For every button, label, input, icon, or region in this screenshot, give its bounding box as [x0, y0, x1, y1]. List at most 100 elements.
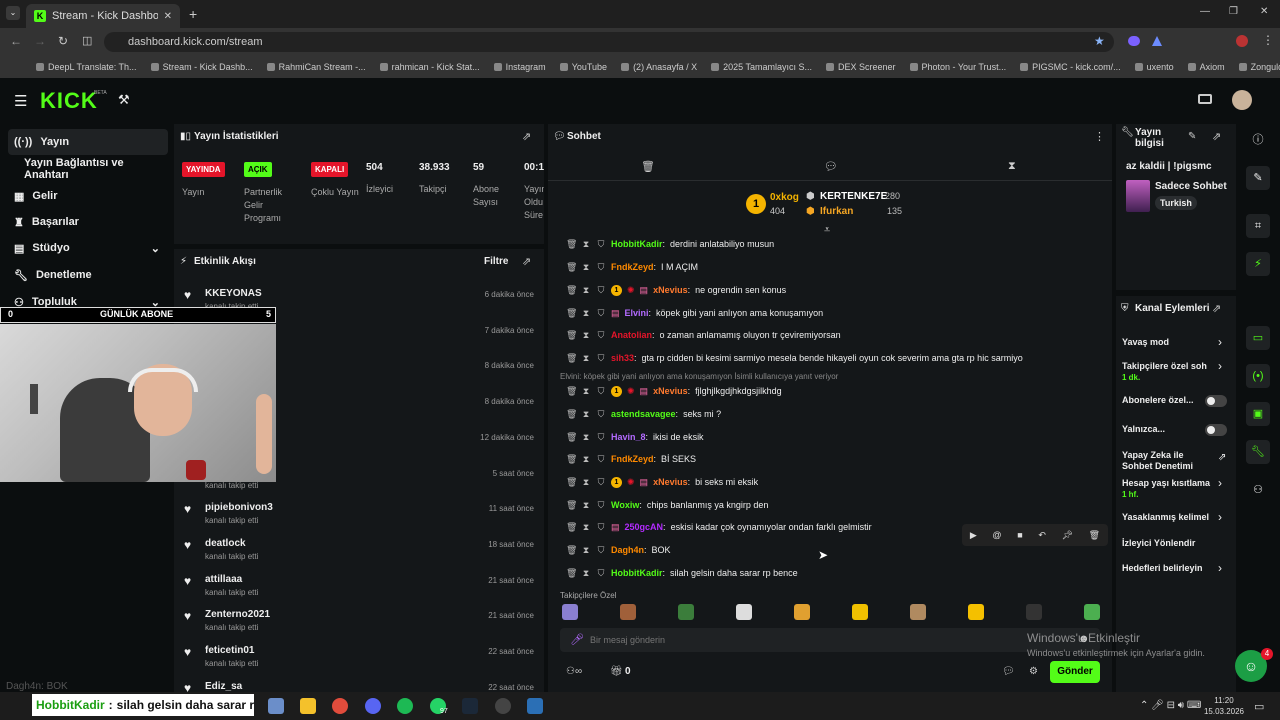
sidebar-item-gelir[interactable]: ▦ Gelir: [8, 183, 168, 209]
chat-username[interactable]: FndkZeyd: [611, 262, 654, 272]
trash-icon[interactable]: 🗑︎: [566, 432, 577, 443]
activity-user[interactable]: deatlock: [205, 538, 246, 549]
chat-username[interactable]: xNevius: [653, 477, 688, 487]
trash-icon[interactable]: 🗑︎: [566, 545, 577, 556]
hourglass-icon[interactable]: ⧗: [581, 568, 591, 579]
hourglass-icon[interactable]: ⧗: [581, 500, 591, 511]
wrench-icon[interactable]: 🔧︎: [1246, 440, 1270, 464]
chat-username[interactable]: 250gcAN: [625, 522, 664, 532]
action-item[interactable]: Takipçilere özel soh 1 dk.: [1122, 361, 1214, 383]
trash-icon[interactable]: 🗑︎: [566, 308, 577, 319]
settings-gear-icon[interactable]: ⚙: [1029, 666, 1038, 677]
chat-options-icon[interactable]: 💬︎: [1002, 666, 1015, 677]
action-item[interactable]: Hedefleri belirleyin: [1122, 563, 1214, 574]
mention-icon[interactable]: @: [992, 530, 1001, 540]
system-tray-icons[interactable]: ⌃ 🎤︎ ⊟ 🔊︎ ⌨: [1140, 700, 1201, 711]
emote-icon[interactable]: [852, 604, 868, 620]
action-item[interactable]: İzleyici Yönlendir: [1122, 538, 1214, 549]
hourglass-icon[interactable]: ⧗: [581, 330, 591, 341]
chevron-right-icon[interactable]: ›: [1218, 359, 1222, 373]
sidebar-item-basarilar[interactable]: ♜ Başarılar: [8, 209, 168, 235]
bookmark-item[interactable]: RahmiCan Stream -...: [266, 62, 366, 72]
activity-user[interactable]: pipiebonivon3: [205, 502, 273, 513]
chat-username[interactable]: xNevius: [653, 386, 688, 396]
spotify-icon[interactable]: [397, 698, 413, 714]
emote-icon[interactable]: [678, 604, 694, 620]
trash-icon[interactable]: 🗑︎: [566, 330, 577, 341]
emote-icon[interactable]: [562, 604, 578, 620]
folder-icon[interactable]: [300, 698, 316, 714]
activity-user[interactable]: KKEYONAS: [205, 288, 262, 299]
activity-user[interactable]: Ediz_sa: [205, 681, 242, 692]
action-item[interactable]: Yalnızca...: [1122, 424, 1200, 435]
chat-icon[interactable]: ▭: [1246, 326, 1270, 350]
window-icon[interactable]: ▣: [1246, 402, 1270, 426]
info-circle-icon[interactable]: ⓘ: [1246, 128, 1270, 152]
trash-icon[interactable]: 🗑︎: [566, 500, 577, 511]
trash-icon[interactable]: 🗑︎: [566, 409, 577, 420]
emote-icon[interactable]: [968, 604, 984, 620]
trash-icon[interactable]: 🗑︎: [641, 160, 655, 173]
sidebar-item-studyo[interactable]: ▤ Stüdyo ⌄: [8, 235, 168, 261]
close-window-icon[interactable]: ✕: [1260, 6, 1268, 17]
bookmark-item[interactable]: YouTube: [559, 62, 607, 72]
bookmark-item[interactable]: Instagram: [493, 62, 546, 72]
emote-icon[interactable]: [1084, 604, 1100, 620]
hourglass-icon[interactable]: ⧗: [581, 239, 591, 250]
trash-icon[interactable]: 🗑︎: [566, 454, 577, 465]
hourglass-icon[interactable]: ⧗: [581, 353, 591, 364]
chat-username[interactable]: astendsavagee: [611, 409, 676, 419]
trash-icon[interactable]: 🗑︎: [566, 285, 577, 296]
chat-username[interactable]: Havin_8: [611, 432, 646, 442]
activity-user[interactable]: feticetin01: [205, 645, 254, 656]
toggle-switch[interactable]: [1205, 395, 1227, 407]
chat-menu-icon[interactable]: ⋮: [1094, 130, 1105, 143]
bookmark-item[interactable]: PIGSMC - kick.com/...: [1020, 62, 1121, 72]
chat-username[interactable]: HobbitKadir: [611, 568, 663, 578]
chevron-right-icon[interactable]: ›: [1218, 510, 1222, 524]
reload-icon[interactable]: ↻: [58, 34, 68, 48]
trash-icon[interactable]: 🗑︎: [566, 262, 577, 273]
toggle-switch[interactable]: [1205, 424, 1227, 436]
emote-icon[interactable]: [736, 604, 752, 620]
action-item[interactable]: Yapay Zeka ile Sohbet Denetimi: [1122, 450, 1214, 472]
wallet-icon[interactable]: [1198, 94, 1212, 104]
app-icon[interactable]: [527, 698, 543, 714]
activity-user[interactable]: attillaaa: [205, 574, 242, 585]
notifications-icon[interactable]: ▭: [1254, 700, 1264, 713]
url-field[interactable]: dashboard.kick.com/stream: [104, 32, 1114, 52]
hourglass-icon[interactable]: ⧗: [581, 454, 591, 465]
trash-icon[interactable]: 🗑︎: [566, 522, 577, 533]
trash-icon[interactable]: 🗑︎: [566, 386, 577, 397]
hourglass-icon[interactable]: ⧗: [581, 477, 591, 488]
bookmark-item[interactable]: DEX Screener: [825, 62, 896, 72]
sidebar-item-stream-key[interactable]: Yayın Bağlantısı ve Anahtarı: [8, 156, 168, 182]
bookmark-item[interactable]: Zonguldak İngilizce...: [1238, 62, 1280, 72]
back-icon[interactable]: ←: [10, 34, 22, 48]
extension-icon[interactable]: [1128, 36, 1140, 46]
chevron-right-icon[interactable]: ›: [1218, 476, 1222, 490]
hourglass-icon[interactable]: ⧗: [581, 262, 591, 273]
pencil-icon[interactable]: ✎: [1246, 166, 1270, 190]
bookmark-item[interactable]: (2) Anasayfa / X: [621, 62, 697, 72]
minimize-icon[interactable]: —: [1200, 6, 1210, 17]
profile-icon[interactable]: [1236, 35, 1248, 47]
menu-dots-icon[interactable]: ⋮: [1262, 33, 1274, 47]
bookmark-item[interactable]: 2025 Tamamlayıcı S...: [711, 62, 812, 72]
new-tab-icon[interactable]: +: [189, 6, 197, 22]
bookmark-item[interactable]: DeepL Translate: Th...: [36, 62, 137, 72]
chat-username[interactable]: Elvini: [625, 308, 649, 318]
broadcast-icon[interactable]: (•): [1246, 364, 1270, 388]
pin-icon[interactable]: 📌︎: [1062, 530, 1073, 541]
hourglass-icon[interactable]: ⧗: [581, 285, 591, 296]
mic-icon[interactable]: 🎤︎: [570, 633, 584, 646]
action-item[interactable]: Hesap yaşı kısıtlama 1 hf.: [1122, 478, 1214, 500]
chat-username[interactable]: Anatolian: [611, 330, 652, 340]
trash-icon[interactable]: 🗑︎: [566, 477, 577, 488]
send-button[interactable]: Gönder: [1050, 661, 1100, 683]
copy-icon[interactable]: ■: [1017, 530, 1022, 540]
emote-icon[interactable]: [910, 604, 926, 620]
trash-icon[interactable]: 🗑︎: [566, 239, 577, 250]
bookmark-item[interactable]: rahmican - Kick Stat...: [379, 62, 480, 72]
hourglass-icon[interactable]: ⧗: [581, 386, 591, 397]
